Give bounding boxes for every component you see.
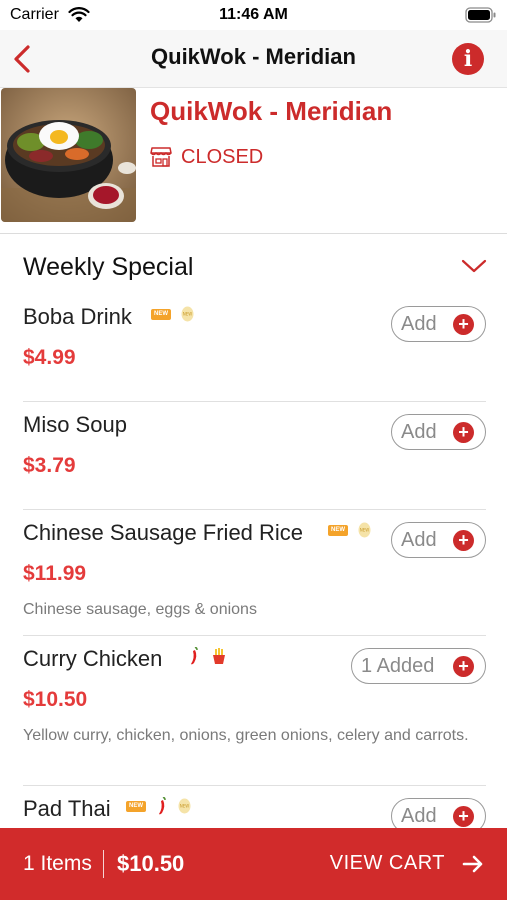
item-badges: NEW NEW: [151, 304, 194, 324]
menu-item: Curry Chicken $10.50 Yellow curry, chick…: [23, 636, 486, 786]
item-name: Curry Chicken: [23, 646, 163, 671]
chili-icon: [191, 647, 198, 665]
added-button[interactable]: 1 Added +: [351, 648, 486, 684]
battery-icon: [465, 7, 496, 23]
add-button-label: Add: [401, 313, 437, 335]
item-price: $11.99: [23, 562, 87, 585]
add-button-label: Add: [401, 529, 437, 551]
boba-icon: NEW: [178, 798, 191, 814]
new-badge: NEW: [151, 308, 171, 320]
info-icon: i: [463, 46, 473, 72]
restaurant-header: QuikWok - Meridian CLOSED: [0, 88, 507, 234]
restaurant-photo: [1, 88, 136, 222]
storefront-icon: [150, 147, 172, 167]
item-badges: NEW NEW: [126, 796, 191, 816]
status-bar: Carrier 11:46 AM: [0, 0, 507, 30]
section-header-weekly-special[interactable]: Weekly Special: [0, 234, 507, 298]
nav-bar: QuikWok - Meridian i: [0, 30, 507, 88]
plus-icon: +: [453, 314, 474, 335]
add-button[interactable]: Add +: [391, 414, 486, 450]
add-button[interactable]: Add +: [391, 306, 486, 342]
plus-icon: +: [453, 806, 474, 827]
add-button[interactable]: Add +: [391, 798, 486, 828]
boba-icon: NEW: [358, 522, 371, 538]
item-name: Pad Thai: [23, 796, 111, 821]
nav-title: QuikWok - Meridian: [151, 44, 356, 69]
add-button-label: 1 Added: [361, 655, 435, 677]
svg-text:NEW: NEW: [360, 528, 370, 533]
view-cart-bar[interactable]: 1 Items $10.50 VIEW CART: [0, 828, 507, 900]
view-cart-label: VIEW CART: [329, 852, 445, 874]
new-badge: NEW: [328, 524, 348, 536]
info-button[interactable]: i: [452, 43, 484, 75]
item-badges: [188, 646, 228, 666]
plus-icon: +: [453, 656, 474, 677]
plus-icon: +: [453, 530, 474, 551]
arrow-right-icon: [462, 855, 483, 873]
chevron-down-icon: [461, 259, 487, 273]
item-price: $4.99: [23, 346, 76, 369]
plus-icon: +: [453, 422, 474, 443]
cart-item-count: 1 Items: [23, 852, 92, 875]
item-price: $3.79: [23, 454, 76, 477]
fries-icon: [213, 648, 225, 664]
svg-text:NEW: NEW: [180, 804, 190, 809]
new-badge: NEW: [126, 800, 146, 812]
item-name: Miso Soup: [23, 412, 127, 437]
cart-divider: [103, 850, 104, 878]
menu-item: Chinese Sausage Fried Rice NEW NEW $11.9…: [23, 510, 486, 636]
chili-icon: [159, 797, 166, 815]
status-label: CLOSED: [181, 146, 264, 168]
svg-text:NEW: NEW: [183, 312, 193, 317]
boba-icon: NEW: [181, 306, 194, 322]
menu-item: Pad Thai NEW NEW Add +: [23, 786, 486, 828]
add-button[interactable]: Add +: [391, 522, 486, 558]
item-description: Yellow curry, chicken, onions, green oni…: [23, 727, 469, 744]
section-title: Weekly Special: [23, 253, 194, 281]
cart-total: $10.50: [117, 851, 185, 876]
item-price: $10.50: [23, 688, 88, 711]
item-name: Boba Drink: [23, 304, 132, 329]
menu-item: Miso Soup $3.79 Add +: [23, 402, 486, 510]
clock: 11:46 AM: [219, 6, 288, 23]
restaurant-name: QuikWok - Meridian: [150, 96, 393, 126]
menu-item: Boba Drink NEW NEW $4.99 Add +: [23, 294, 486, 402]
item-name: Chinese Sausage Fried Rice: [23, 520, 304, 545]
add-button-label: Add: [401, 421, 437, 443]
item-badges: NEW NEW: [328, 520, 371, 540]
add-button-label: Add: [401, 805, 437, 827]
item-description: Chinese sausage, eggs & onions: [23, 601, 257, 618]
